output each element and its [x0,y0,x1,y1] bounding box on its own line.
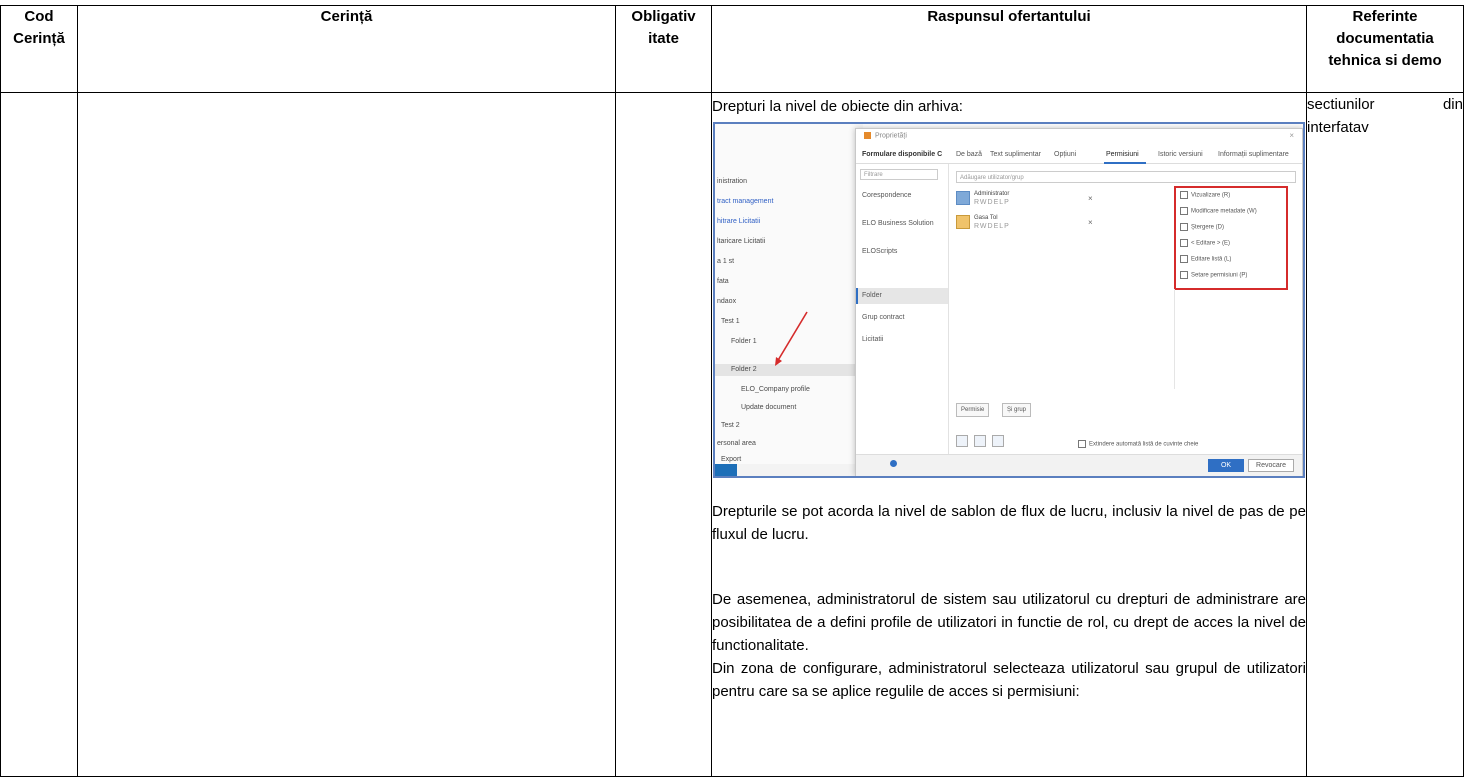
tab-text-suplimentar[interactable]: Text suplimentar [990,151,1041,158]
info-icon[interactable] [890,460,897,467]
left-nav-item: ersonal area [717,440,756,447]
cell-raspuns: Drepturi la nivel de obiecte din arhiva:… [711,92,1307,777]
header-referinte-line3: tehnica si demo [1328,52,1442,69]
form-item[interactable]: ELOScripts [862,248,897,255]
dialog-title: Proprietăți [864,132,907,139]
toolbar-icon[interactable] [974,435,986,447]
tab-optiuni[interactable]: Opțiuni [1054,151,1076,158]
right-checkbox[interactable]: Setare permisiuni (P) [1180,271,1247,279]
left-nav-item: Update document [741,404,797,411]
right-checkbox[interactable]: Editare listă (L) [1180,255,1231,263]
toolbar-icon[interactable] [956,435,968,447]
response-paragraph-1: Drepturi la nivel de obiecte din arhiva: [712,98,963,115]
header-referinte-line1: Referinte [1352,8,1418,25]
dialog-tabs: Formulare disponibile C De bază Text sup… [856,149,1302,164]
cell-cod [0,92,78,777]
reference-line-1: sectiunilor din [1307,93,1463,116]
cell-cerinta [77,92,616,777]
logo-block [715,464,737,476]
filter-input[interactable]: Filtrare [860,169,938,180]
tab-de-baza[interactable]: De bază [956,151,982,158]
cell-obligativitate [615,92,712,777]
header-cod-line1: Cod [24,8,54,25]
right-checkbox[interactable]: Vizualizare (R) [1180,191,1230,199]
rights-panel [1174,289,1287,389]
response-paragraph-3: De asemenea, administratorul de sistem s… [712,591,1306,654]
permission-button[interactable]: Permisie [956,403,990,417]
response-paragraph-4: Din zona de configurare, administratorul… [712,660,1306,700]
properties-dialog: Proprietăți × Formulare disponibile C De… [855,128,1303,476]
folder-icon [864,132,871,139]
reference-word-2: din [1442,96,1463,113]
tab-istoric-versiuni[interactable]: Istoric versiuni [1158,151,1203,158]
forms-list: Filtrare Corespondence ELO Business Solu… [856,164,949,454]
ok-button[interactable]: OK [1208,459,1244,472]
reference-word-1: sectiunilor [1307,96,1375,113]
header-referinte-line2: documentatia [1336,30,1434,47]
response-paragraph-2: Drepturile se pot acorda la nivel de sab… [712,503,1306,543]
add-user-input[interactable]: Adăugare utilizator/grup [956,171,1296,183]
right-checkbox[interactable]: < Editare > (E) [1180,239,1230,247]
remove-icon[interactable]: × [1088,218,1093,227]
header-raspuns: Raspunsul ofertantului [711,5,1307,93]
right-checkbox[interactable]: Modificare metadate (W) [1180,207,1257,215]
user-entry[interactable]: Gasa Tol RWDELP × [956,215,1096,233]
header-cod-line2: Cerință [13,30,65,47]
form-item[interactable]: Corespondence [862,192,911,199]
remove-icon[interactable]: × [1088,194,1093,203]
tab-permisiuni[interactable]: Permisiuni [1106,151,1139,158]
rights-checklist: Vizualizare (R) Modificare metadate (W) … [1174,186,1288,290]
red-arrow-icon [775,311,808,366]
header-cerinta: Cerință [77,5,616,93]
header-referinte: Referinte documentatia tehnica si demo [1306,5,1464,93]
left-nav-item: Export [721,456,742,463]
left-nav-item: ELO_Company profile [741,386,810,393]
requirements-table: Cod Cerință Cerință Obligativ itate Rasp… [0,5,1464,777]
header-obligativitate-line1: Obligativ [631,8,696,25]
cell-referinte: sectiunilor din interfatav [1306,92,1464,777]
forms-header: Formulare disponibile C [862,151,943,158]
left-nav-item: Test 2 [721,422,740,429]
form-item[interactable]: ELO Business Solution [862,220,934,227]
form-item[interactable]: Licitatii [862,336,883,343]
and-group-button[interactable]: Și grup [1002,403,1032,417]
toolbar-icon[interactable] [992,435,1004,447]
tab-informatii-suplimentare[interactable]: Informații suplimentare [1218,151,1289,158]
form-item[interactable]: Folder [862,292,882,299]
header-obligativitate-line2: itate [648,30,679,47]
header-obligativitate: Obligativ itate [615,5,712,93]
group-avatar-icon [956,215,970,229]
cancel-button[interactable]: Revocare [1248,459,1294,472]
close-icon[interactable]: × [1289,131,1294,140]
reference-line-2: interfatav [1307,119,1369,136]
left-bottom-bar [715,464,863,476]
right-checkbox[interactable]: Ștergere (D) [1180,223,1224,231]
embedded-screenshot: inistration tract management hitrare Lic… [713,122,1305,478]
auto-expand-checkbox[interactable]: Extindere automată listă de cuvinte chei… [1078,440,1198,448]
user-avatar-icon [956,191,970,205]
header-cod-cerinta: Cod Cerință [0,5,78,93]
user-entry[interactable]: Administrator RWDELP × [956,191,1096,209]
dialog-footer: OK Revocare [856,454,1302,476]
form-item[interactable]: Grup contract [862,314,904,321]
active-tab-underline [1104,162,1146,164]
